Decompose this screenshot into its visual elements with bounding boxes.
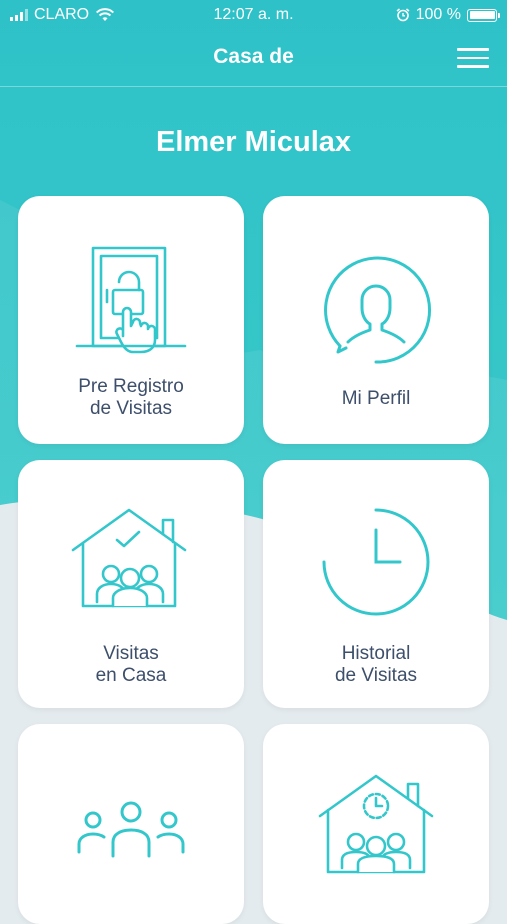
house-clock-icon bbox=[318, 774, 434, 874]
clock-history-icon bbox=[322, 508, 430, 616]
card-label: Historial de Visitas bbox=[263, 643, 489, 687]
card-label: Mi Perfil bbox=[263, 388, 489, 410]
house-visitors-icon bbox=[71, 508, 187, 608]
status-right: 100 % bbox=[396, 6, 500, 24]
card-mi-perfil[interactable]: Mi Perfil bbox=[263, 196, 489, 444]
battery-icon bbox=[467, 8, 500, 22]
battery-percent: 100 % bbox=[415, 6, 461, 23]
door-lock-tap-icon bbox=[75, 246, 187, 354]
card-historial-de-visitas[interactable]: Historial de Visitas bbox=[263, 460, 489, 708]
navigation-bar: Casa de bbox=[0, 30, 507, 87]
card-label-line2: de Visitas bbox=[334, 665, 418, 686]
hamburger-menu-icon[interactable] bbox=[457, 48, 489, 70]
card-label-line1: Pre Registro bbox=[78, 376, 184, 397]
card-label: Visitas en Casa bbox=[18, 643, 244, 687]
card-visitas-en-casa[interactable]: Visitas en Casa bbox=[18, 460, 244, 708]
people-group-icon bbox=[77, 801, 185, 858]
card-label-line1: Visitas bbox=[103, 643, 159, 664]
card-label: Pre Registro de Visitas bbox=[18, 376, 244, 420]
user-name: Elmer Miculax bbox=[155, 126, 352, 158]
card-label-line2: de Visitas bbox=[89, 398, 173, 419]
card-group[interactable] bbox=[18, 724, 244, 924]
alarm-icon bbox=[396, 8, 410, 22]
card-label-line1: Historial bbox=[341, 643, 411, 664]
card-pre-registro[interactable]: Pre Registro de Visitas bbox=[18, 196, 244, 444]
profile-icon bbox=[324, 256, 432, 364]
card-label-line2: en Casa bbox=[95, 665, 167, 686]
card-house-clock[interactable] bbox=[263, 724, 489, 924]
status-bar: CLARO 12:07 a. m. 100 % bbox=[0, 0, 507, 30]
card-label-line1: Mi Perfil bbox=[341, 388, 411, 409]
page-title: Casa de bbox=[213, 45, 294, 68]
